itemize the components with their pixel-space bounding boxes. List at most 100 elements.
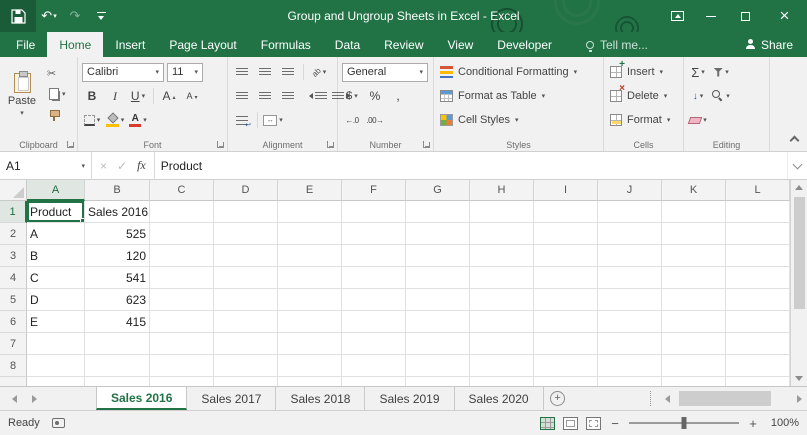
- insert-function-icon[interactable]: fx: [137, 158, 146, 173]
- cell-E7[interactable]: [278, 333, 342, 355]
- maximize-button[interactable]: [728, 0, 762, 32]
- redo-button[interactable]: ↷: [62, 0, 88, 32]
- cell-K5[interactable]: [662, 289, 726, 311]
- row-header-6[interactable]: 6: [0, 311, 27, 333]
- cell-H6[interactable]: [470, 311, 534, 333]
- align-left-button[interactable]: [232, 86, 252, 106]
- cell-A5[interactable]: D: [27, 289, 85, 311]
- row-header-3[interactable]: 3: [0, 245, 27, 267]
- cell-J4[interactable]: [598, 267, 662, 289]
- fill-button[interactable]: ↓: [688, 86, 708, 106]
- column-header-h[interactable]: H: [470, 180, 534, 201]
- cell-C7[interactable]: [150, 333, 214, 355]
- sheet-tab-sales-2017[interactable]: Sales 2017: [187, 387, 276, 410]
- percent-style-button[interactable]: %: [365, 86, 385, 106]
- cell-F8[interactable]: [342, 355, 406, 377]
- cell-L8[interactable]: [726, 355, 790, 377]
- wrap-text-button[interactable]: [232, 110, 252, 130]
- scroll-left-button[interactable]: [659, 395, 675, 403]
- cell-I3[interactable]: [534, 245, 598, 267]
- cell-D1[interactable]: [214, 201, 278, 223]
- cell-H8[interactable]: [470, 355, 534, 377]
- clear-button[interactable]: [688, 110, 708, 130]
- cell-F3[interactable]: [342, 245, 406, 267]
- cell-A4[interactable]: C: [27, 267, 85, 289]
- row-header-2[interactable]: 2: [0, 223, 27, 245]
- cell-B5[interactable]: 623: [85, 289, 150, 311]
- ribbon-tab-insert[interactable]: Insert: [103, 32, 157, 57]
- column-header-j[interactable]: J: [598, 180, 662, 201]
- decrease-indent-button[interactable]: [308, 86, 328, 106]
- cancel-icon[interactable]: ×: [100, 159, 107, 173]
- cell-B2[interactable]: 525: [85, 223, 150, 245]
- scroll-up-button[interactable]: [791, 180, 807, 195]
- cell-B6[interactable]: 415: [85, 311, 150, 333]
- cell-F7[interactable]: [342, 333, 406, 355]
- row-header-4[interactable]: 4: [0, 267, 27, 289]
- share-button[interactable]: Share: [732, 32, 807, 57]
- column-header-i[interactable]: I: [534, 180, 598, 201]
- cell-C1[interactable]: [150, 201, 214, 223]
- cell-A3[interactable]: B: [27, 245, 85, 267]
- cell-D8[interactable]: [214, 355, 278, 377]
- vertical-scrollbar[interactable]: [790, 180, 807, 386]
- customize-quick-access-button[interactable]: [88, 0, 114, 32]
- cell-G7[interactable]: [406, 333, 470, 355]
- sheet-nav-right-button[interactable]: [24, 387, 44, 410]
- underline-button[interactable]: U: [128, 86, 148, 106]
- cell-G6[interactable]: [406, 311, 470, 333]
- row-header-5[interactable]: 5: [0, 289, 27, 311]
- cell-F2[interactable]: [342, 223, 406, 245]
- column-header-b[interactable]: B: [85, 180, 150, 201]
- column-header-d[interactable]: D: [214, 180, 278, 201]
- conditional-formatting-button[interactable]: Conditional Formatting: [438, 60, 599, 84]
- cell-J5[interactable]: [598, 289, 662, 311]
- delete-cells-button[interactable]: Delete: [608, 84, 679, 108]
- cell-A6[interactable]: E: [27, 311, 85, 333]
- cell-L7[interactable]: [726, 333, 790, 355]
- name-box[interactable]: A1: [0, 152, 92, 179]
- cell-D3[interactable]: [214, 245, 278, 267]
- cell-D2[interactable]: [214, 223, 278, 245]
- sheet-tab-sales-2019[interactable]: Sales 2019: [365, 387, 454, 410]
- cell-G1[interactable]: [406, 201, 470, 223]
- find-select-button[interactable]: [711, 86, 731, 106]
- fill-color-button[interactable]: [105, 110, 125, 130]
- ribbon-tab-data[interactable]: Data: [323, 32, 372, 57]
- column-header-f[interactable]: F: [342, 180, 406, 201]
- zoom-slider-thumb[interactable]: [682, 417, 687, 429]
- align-center-button[interactable]: [255, 86, 275, 106]
- decrease-font-size-button[interactable]: A: [182, 86, 202, 106]
- cell-I2[interactable]: [534, 223, 598, 245]
- page-break-view-button[interactable]: [586, 417, 601, 430]
- cell-J3[interactable]: [598, 245, 662, 267]
- number-format-combo[interactable]: General: [342, 63, 428, 82]
- font-size-combo[interactable]: 11: [167, 63, 203, 82]
- decrease-decimal-button[interactable]: .00→: [365, 110, 385, 130]
- sheet-tab-sales-2020[interactable]: Sales 2020: [455, 387, 544, 410]
- cell-E8[interactable]: [278, 355, 342, 377]
- horizontal-scroll-thumb[interactable]: [679, 391, 771, 406]
- format-cells-button[interactable]: Format: [608, 108, 679, 132]
- column-header-a[interactable]: A: [27, 180, 85, 201]
- zoom-out-button[interactable]: −: [609, 416, 621, 431]
- cell-D7[interactable]: [214, 333, 278, 355]
- cell-D6[interactable]: [214, 311, 278, 333]
- cell-styles-button[interactable]: Cell Styles: [438, 108, 599, 132]
- cell-E3[interactable]: [278, 245, 342, 267]
- comma-style-button[interactable]: ,: [388, 86, 408, 106]
- cell-H5[interactable]: [470, 289, 534, 311]
- italic-button[interactable]: I: [105, 86, 125, 106]
- cell-C3[interactable]: [150, 245, 214, 267]
- select-all-button[interactable]: [0, 180, 27, 201]
- scroll-right-button[interactable]: [791, 395, 807, 403]
- cell-I6[interactable]: [534, 311, 598, 333]
- cell-I4[interactable]: [534, 267, 598, 289]
- clipboard-dialog-launcher[interactable]: [67, 140, 75, 148]
- ribbon-tab-page-layout[interactable]: Page Layout: [157, 32, 248, 57]
- cell-I7[interactable]: [534, 333, 598, 355]
- sheet-nav-left-button[interactable]: [4, 387, 24, 410]
- cell-B1[interactable]: Sales 2016: [85, 201, 150, 223]
- align-right-button[interactable]: [278, 86, 298, 106]
- ribbon-display-options-button[interactable]: [660, 0, 694, 32]
